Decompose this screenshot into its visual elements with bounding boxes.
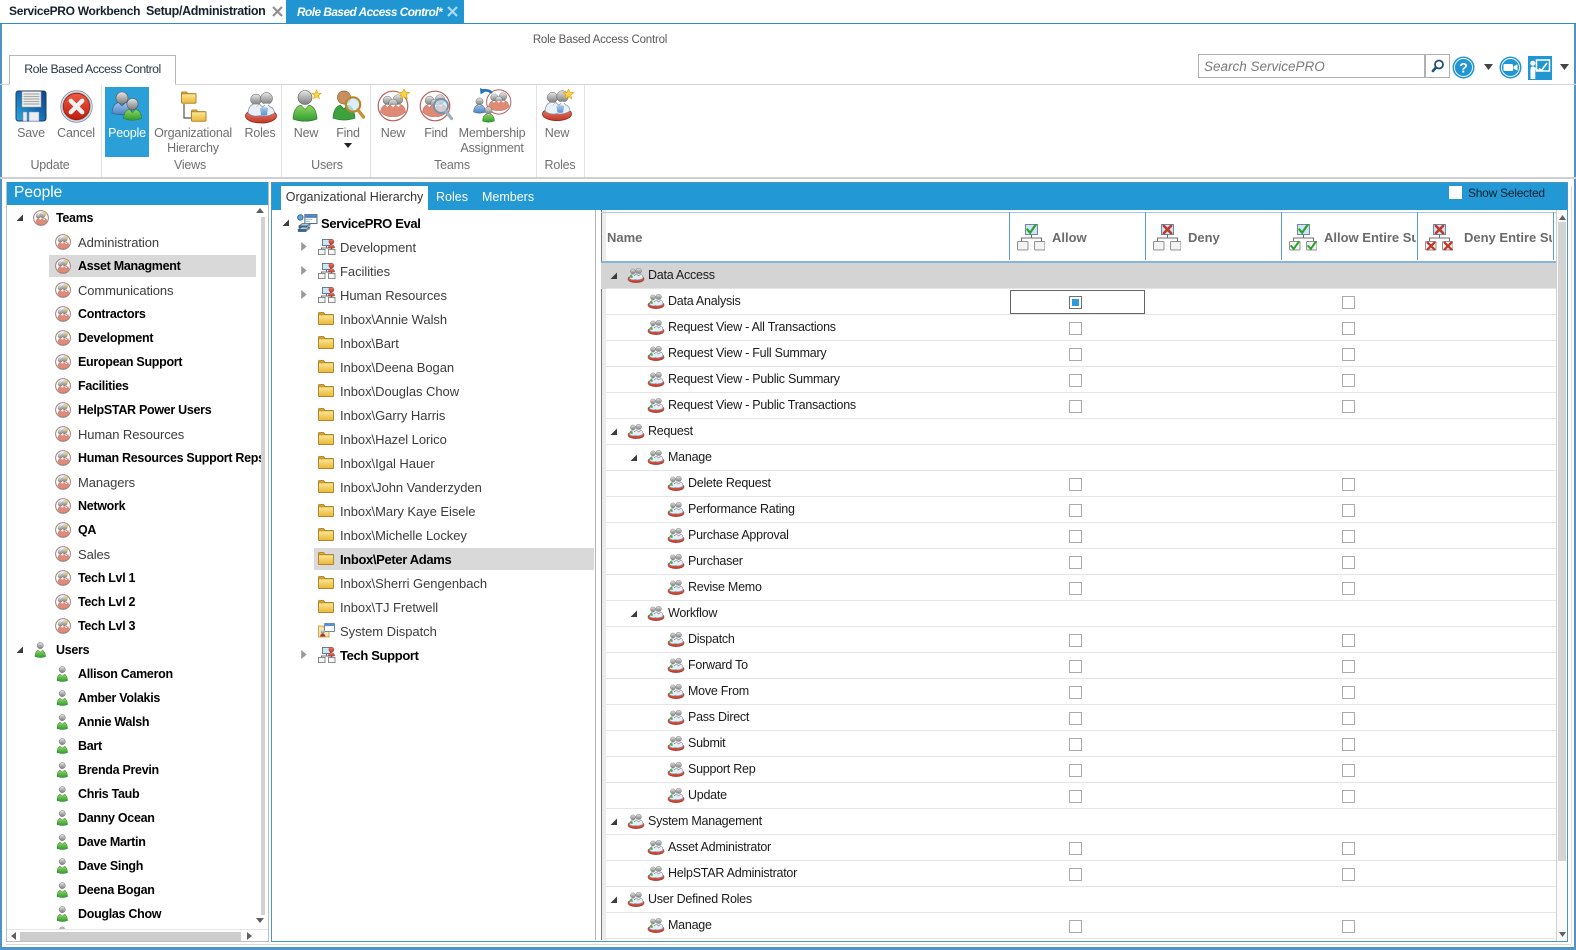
svg-text:?: ?: [1459, 60, 1468, 76]
